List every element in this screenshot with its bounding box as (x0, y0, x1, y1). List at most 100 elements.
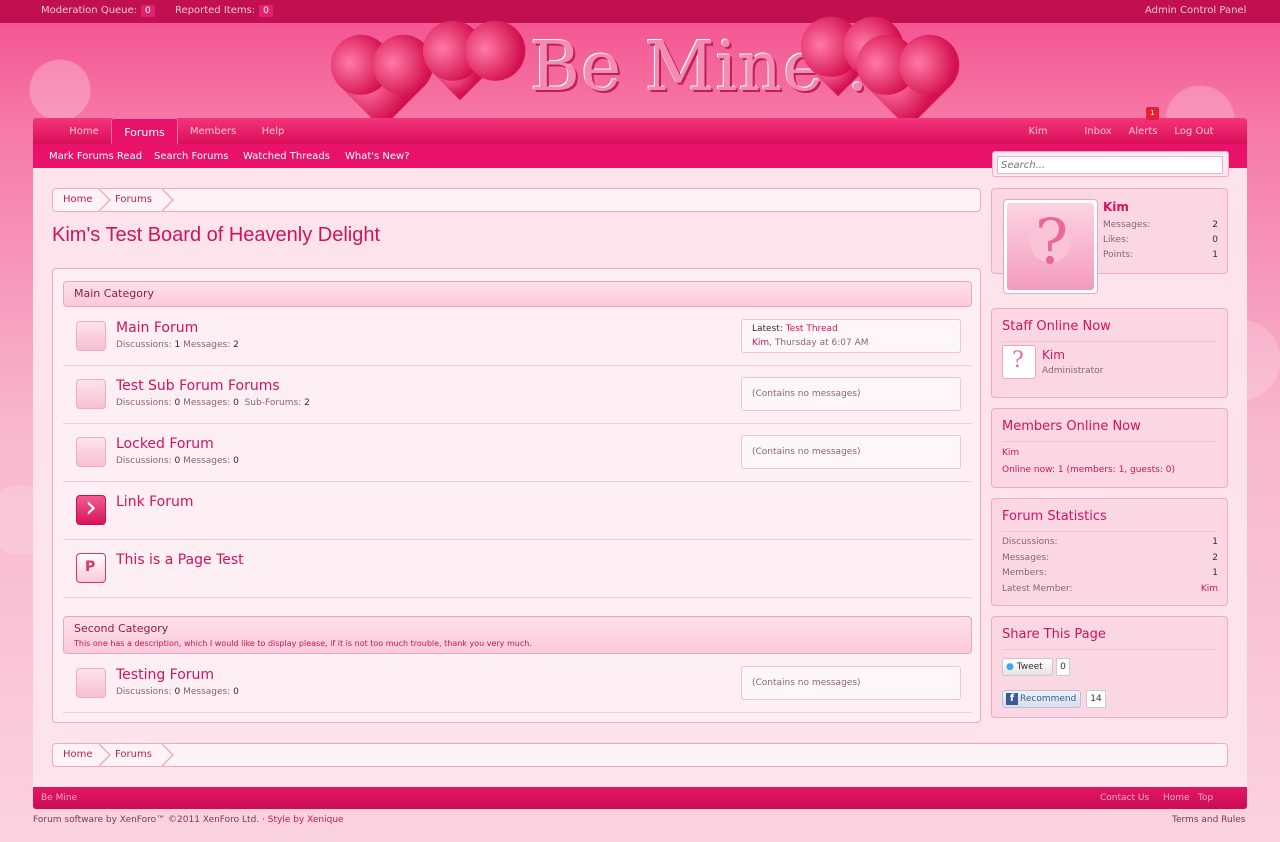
node-stats: Discussions: 0 Messages: 0 (116, 456, 239, 466)
logout-link[interactable]: Log Out (1171, 118, 1217, 144)
node-stats: Discussions: 1 Messages: 2 (116, 340, 239, 350)
top-link[interactable]: Top (1198, 793, 1213, 803)
reported-items-link[interactable]: Reported Items: 0 (175, 5, 273, 17)
category-header[interactable]: Main Category (63, 281, 972, 307)
tweet-label: Tweet (1016, 662, 1043, 672)
tweet-count: 0 (1056, 658, 1070, 676)
tab-members[interactable]: Members (185, 118, 241, 144)
online-user-link[interactable]: Kim (1002, 448, 1019, 458)
recommend-label: Recommend (1020, 694, 1077, 704)
style-chooser-link[interactable]: Be Mine (41, 793, 77, 803)
watched-threads-link[interactable]: Watched Threads (243, 151, 330, 162)
latest-thread-link[interactable]: Test Thread (786, 324, 838, 334)
subforums-label: Sub-Forums: (244, 398, 302, 408)
forum-statistics-panel: Forum Statistics Discussions: 1 Messages… (991, 498, 1228, 606)
footer-bar: Be Mine Contact Us Home Top (33, 787, 1247, 809)
whats-new-link[interactable]: What's New? (345, 151, 410, 162)
breadcrumb-home[interactable]: Home (53, 744, 93, 766)
discussions-label: Discussions: (116, 687, 172, 697)
stat-latest-member-link[interactable]: Kim (1182, 584, 1218, 594)
alerts-link[interactable]: Alerts 1 (1126, 107, 1160, 144)
admin-control-panel-link[interactable]: Admin Control Panel (1145, 5, 1246, 16)
copyright: Forum software by XenForo™ ©2011 XenForo… (33, 815, 344, 825)
list-item: Main Forum Discussions: 1 Messages: 2 La… (63, 308, 972, 366)
online-summary: Online now: 1 (members: 1, guests: 0) (1002, 465, 1176, 475)
visitor-likes-label: Likes: (1103, 235, 1129, 245)
category-title: Main Category (74, 287, 155, 300)
discussions-count: 0 (174, 456, 181, 466)
no-messages-text: (Contains no messages) (752, 447, 861, 457)
avatar-image (1007, 203, 1094, 290)
moderation-queue-label: Moderation Queue: (41, 5, 138, 16)
moderation-queue-link[interactable]: Moderation Queue: 0 (41, 5, 155, 17)
forum-icon (76, 321, 106, 351)
forum-icon (76, 379, 106, 409)
inbox-link[interactable]: Inbox (1081, 118, 1115, 144)
node-title-link[interactable]: This is a Page Test (116, 552, 244, 568)
breadcrumb-home[interactable]: Home (53, 189, 93, 211)
terms-link[interactable]: Terms and Rules (1172, 815, 1245, 825)
node-title-link[interactable]: Test Sub Forum Forums (116, 378, 280, 394)
latest-user-link[interactable]: Kim (752, 338, 769, 348)
messages-label: Messages: (183, 340, 231, 350)
visitor-points-count: 1 (1212, 250, 1218, 260)
panel-title: Members Online Now (1002, 419, 1141, 434)
search-bar (992, 151, 1229, 177)
forum-icon (76, 437, 106, 467)
discussions-count: 0 (174, 687, 181, 697)
visitor-likes-count: 0 (1212, 235, 1218, 245)
reported-items-label: Reported Items: (175, 5, 256, 16)
node-title-link[interactable]: Link Forum (116, 494, 194, 510)
footer-home-link[interactable]: Home (1163, 793, 1190, 803)
tweet-button[interactable]: ● Tweet (1002, 658, 1053, 676)
search-forums-link[interactable]: Search Forums (154, 151, 228, 162)
category-title: Second Category (74, 622, 169, 635)
stat-members-value: 1 (1212, 568, 1218, 578)
messages-label: Messages: (183, 687, 231, 697)
list-item: Testing Forum Discussions: 0 Messages: 0… (63, 655, 972, 713)
discussions-count: 0 (174, 398, 181, 408)
search-input[interactable] (997, 156, 1223, 174)
node-stats: Discussions: 0 Messages: 0 (116, 687, 239, 697)
staff-username-link[interactable]: Kim (1042, 348, 1065, 362)
no-messages-text: (Contains no messages) (752, 389, 861, 399)
divider (1002, 441, 1217, 442)
copyright-text[interactable]: Forum software by XenForo™ ©2011 XenForo… (33, 815, 259, 825)
style-by-link[interactable]: · Style by Xenique (262, 815, 344, 825)
staff-role: Administrator (1042, 366, 1104, 376)
node-title-link[interactable]: Main Forum (116, 320, 198, 336)
node-title-link[interactable]: Testing Forum (116, 667, 214, 683)
link-forum-icon (76, 490, 106, 525)
node-title-link[interactable]: Locked Forum (116, 436, 214, 452)
messages-count: 0 (233, 687, 239, 697)
latest-time: , Thursday at 6:07 AM (769, 338, 869, 348)
last-post-box: (Contains no messages) (741, 666, 961, 700)
stat-messages-label: Messages: (1002, 553, 1050, 563)
visitor-username-link[interactable]: Kim (1103, 200, 1129, 214)
breadcrumb-forums[interactable]: Forums (105, 189, 152, 211)
account-menu-link[interactable]: Kim (1023, 118, 1053, 144)
last-post-box: (Contains no messages) (741, 435, 961, 469)
mark-forums-read-link[interactable]: Mark Forums Read (49, 151, 142, 162)
tab-home[interactable]: Home (61, 118, 107, 144)
last-post-box: (Contains no messages) (741, 377, 961, 411)
category-header[interactable]: Second Category This one has a descripti… (63, 616, 972, 654)
subforums-count: 2 (304, 398, 310, 408)
breadcrumb-forums[interactable]: Forums (105, 744, 152, 766)
last-post-box: Latest: Test Thread Kim, Thursday at 6:0… (741, 319, 961, 353)
tab-help[interactable]: Help (255, 118, 291, 144)
list-item: Locked Forum Discussions: 0 Messages: 0 … (63, 424, 972, 482)
avatar[interactable] (1003, 199, 1098, 294)
chevron-right-icon (161, 743, 174, 767)
tab-forums[interactable]: Forums (111, 118, 178, 145)
members-online-panel: Members Online Now Kim Online now: 1 (me… (991, 408, 1228, 488)
contact-us-link[interactable]: Contact Us (1100, 793, 1149, 803)
stat-discussions-value: 1 (1212, 537, 1218, 547)
category-description: This one has a description, which I woul… (74, 639, 532, 648)
moderation-queue-count: 0 (141, 5, 155, 17)
facebook-recommend-button[interactable]: f Recommend (1002, 690, 1081, 708)
avatar[interactable] (1002, 345, 1036, 379)
site-logo[interactable]: Be Mine... (330, 24, 960, 129)
discussions-label: Discussions: (116, 398, 172, 408)
heart-icon (339, 43, 425, 129)
